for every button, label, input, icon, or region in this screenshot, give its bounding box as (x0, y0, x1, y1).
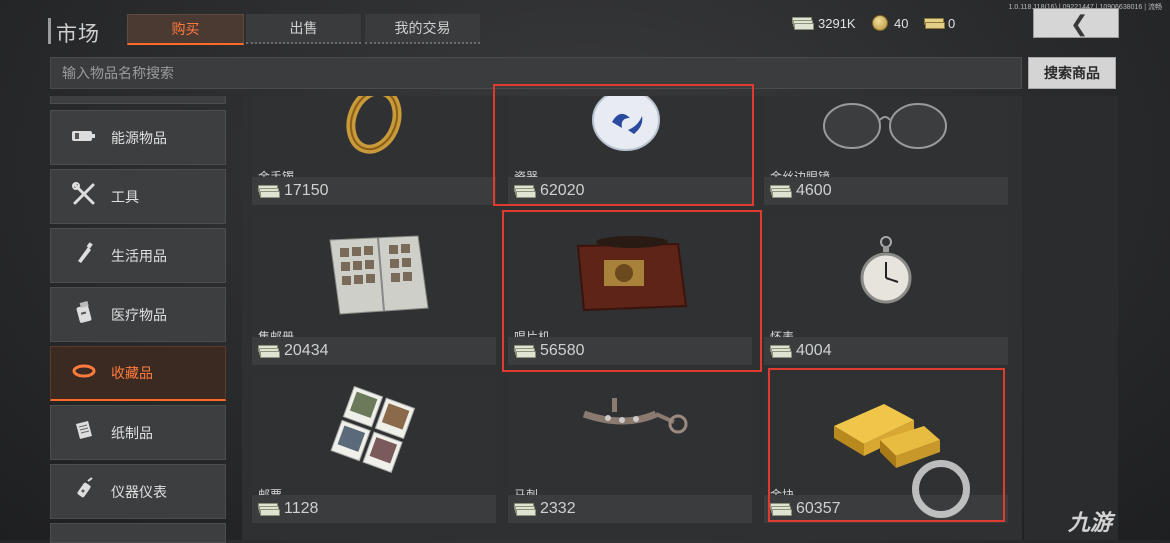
tab-sell[interactable]: 出售 (246, 14, 361, 44)
coin-icon (872, 15, 888, 31)
cash-icon (258, 185, 280, 198)
sidebar-item-partial[interactable] (50, 523, 226, 543)
tools-icon (69, 182, 99, 211)
currency-coin: 40 (872, 14, 908, 32)
highlight-box-gramophone (502, 210, 762, 372)
item-card-stamp-album[interactable]: 集邮册 20434 (252, 216, 496, 365)
highlight-box-porcelain (493, 84, 754, 206)
sidebar-item-medical[interactable]: 医疗物品 (50, 287, 226, 342)
tab-buy[interactable]: 购买 (127, 14, 244, 45)
cash-icon (770, 345, 792, 358)
currency-coin-value: 40 (894, 15, 909, 31)
cash-icon (514, 503, 536, 516)
item-price: 20434 (284, 342, 329, 359)
cash-icon (258, 345, 280, 358)
price-bar: 4004 (764, 337, 1008, 365)
item-card-spur[interactable]: 马刺 2332 (508, 374, 752, 523)
search-button[interactable]: 搜索商品 (1028, 57, 1116, 89)
gold-bracelet-icon (346, 96, 402, 154)
currency-cash: 3291K (792, 14, 856, 32)
spur-icon (582, 398, 688, 434)
watermark-text: 九游 (1068, 510, 1113, 535)
item-card-pocket-watch[interactable]: 怀表 4004 (764, 216, 1008, 365)
sidebar-item-tools[interactable]: 工具 (50, 169, 226, 224)
item-card-gold-bracelet[interactable]: 金手镯 17150 (252, 96, 496, 205)
sidebar-item-label: 生活用品 (111, 247, 167, 264)
brand-accent-bar (48, 18, 51, 44)
price-bar: 1128 (252, 495, 496, 523)
stamps-icon (330, 385, 416, 473)
glasses-icon (823, 103, 947, 149)
currency-cash-value: 3291K (818, 15, 856, 31)
instrument-icon (69, 477, 99, 506)
cash-icon (792, 17, 814, 30)
back-button[interactable]: ❮ (1033, 8, 1119, 38)
highlight-box-gold-bars (768, 368, 1005, 522)
book-icon (69, 418, 99, 447)
sidebar-item-instruments[interactable]: 仪器仪表 (50, 464, 226, 519)
ticket-icon (924, 17, 945, 29)
item-price: 4600 (796, 182, 832, 199)
sidebar-item-label: 医疗物品 (111, 306, 167, 323)
watermark-logo-icon (912, 460, 970, 518)
right-panel (1024, 96, 1118, 540)
sidebar-item-label: 纸制品 (111, 424, 153, 441)
sidebar-item-label: 仪器仪表 (111, 483, 167, 500)
cash-icon (770, 185, 792, 198)
cash-icon (258, 503, 280, 516)
price-bar: 17150 (252, 177, 496, 205)
sidebar-item-label: 收藏品 (111, 365, 153, 381)
stamp-album-icon (329, 235, 429, 315)
sidebar-item-label: 能源物品 (111, 129, 167, 146)
item-price: 2332 (540, 500, 576, 517)
sidebar-scroll-top (50, 96, 226, 104)
pocket-watch-icon (860, 236, 912, 304)
battery-icon (69, 127, 99, 148)
ring-icon (69, 363, 99, 384)
item-price: 17150 (284, 182, 329, 199)
medicine-icon (69, 300, 99, 329)
sidebar-item-energy[interactable]: 能源物品 (50, 110, 226, 165)
item-card-stamps[interactable]: 邮票 1128 (252, 374, 496, 523)
page-title: 市场 (56, 23, 100, 46)
item-price: 1128 (284, 500, 319, 517)
sidebar-item-paper[interactable]: 纸制品 (50, 405, 226, 460)
currency-ticket-value: 0 (948, 15, 956, 31)
price-bar: 4600 (764, 177, 1008, 205)
item-price: 4004 (796, 342, 832, 359)
item-card-glasses[interactable]: 金丝边眼镜 4600 (764, 96, 1008, 205)
sidebar-item-collectibles[interactable]: 收藏品 (50, 346, 226, 401)
tab-my-trades[interactable]: 我的交易 (365, 14, 480, 44)
sidebar-item-daily[interactable]: 生活用品 (50, 228, 226, 283)
currency-ticket: 0 (924, 14, 955, 32)
bottle-icon (69, 241, 99, 270)
price-bar: 20434 (252, 337, 496, 365)
sidebar-item-label: 工具 (111, 188, 139, 205)
chevron-left-icon: ❮ (1070, 11, 1089, 36)
price-bar: 2332 (508, 495, 752, 523)
